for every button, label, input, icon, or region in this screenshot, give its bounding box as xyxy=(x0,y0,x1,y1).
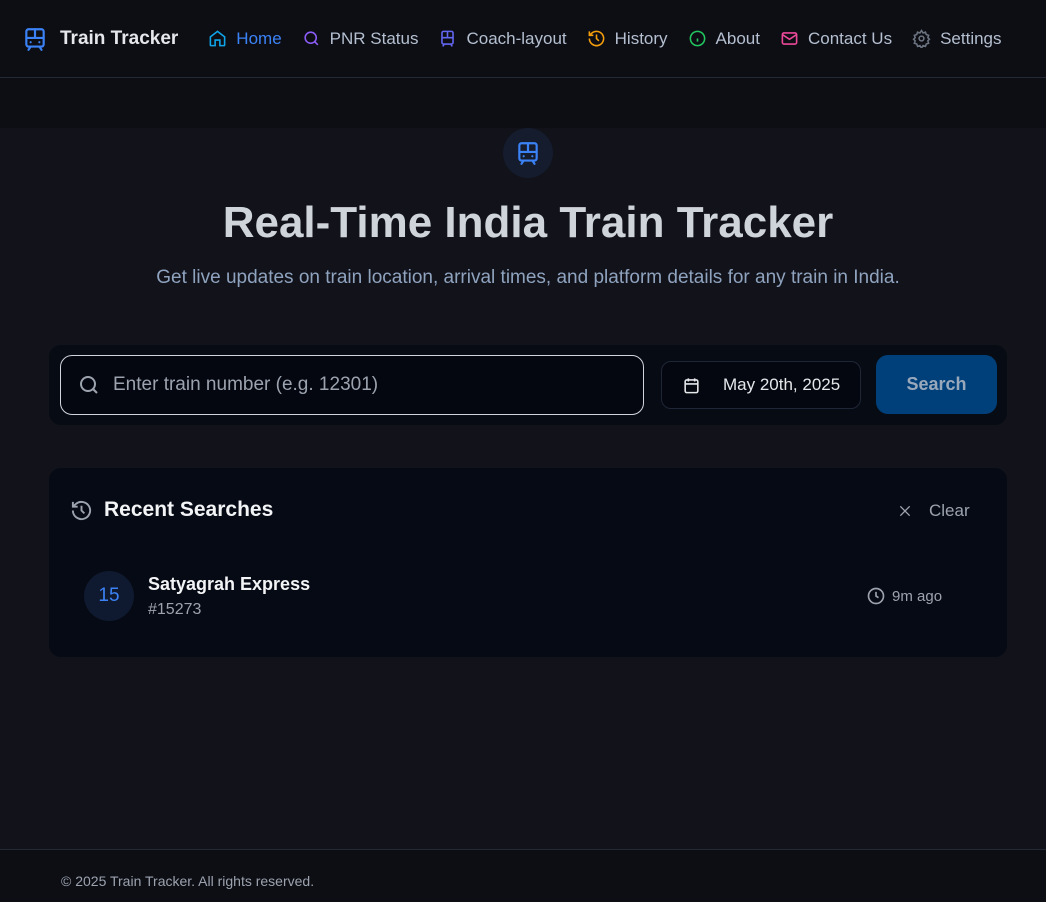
hero-train-icon xyxy=(503,128,553,178)
gear-icon xyxy=(912,29,931,48)
page-subtitle: Get live updates on train location, arri… xyxy=(156,267,900,288)
info-icon xyxy=(689,30,705,47)
header-spacer xyxy=(0,78,1046,128)
train-number: #15273 xyxy=(148,601,202,618)
date-picker-button[interactable]: May 20th, 2025 xyxy=(661,361,861,409)
history-icon xyxy=(588,30,605,47)
close-icon xyxy=(899,505,911,517)
home-icon xyxy=(209,30,226,47)
search-icon xyxy=(80,376,98,394)
recent-searches-heading: Recent Searches xyxy=(70,498,273,522)
train-name: Satyagrah Express xyxy=(148,574,311,594)
nav-about[interactable]: About xyxy=(688,29,760,49)
nav-label: Settings xyxy=(940,28,1002,48)
nav-label: Contact Us xyxy=(807,28,893,48)
train-number-input[interactable] xyxy=(113,374,613,396)
nav-label: About xyxy=(715,28,760,48)
train-icon xyxy=(441,30,455,47)
nav-contact-us[interactable]: Contact Us xyxy=(780,29,892,49)
recent-searches-title: Recent Searches xyxy=(104,498,274,521)
copyright: © 2025 Train Tracker. All rights reserve… xyxy=(61,873,315,889)
mail-icon xyxy=(781,32,798,45)
clear-button[interactable]: Clear xyxy=(897,501,970,521)
nav-history[interactable]: History xyxy=(587,29,668,49)
history-icon xyxy=(71,500,92,520)
brand[interactable]: Train Tracker xyxy=(22,25,178,53)
train-icon xyxy=(518,142,538,165)
nav-label: PNR Status xyxy=(329,28,419,48)
clock-icon xyxy=(867,587,885,605)
footer: © 2025 Train Tracker. All rights reserve… xyxy=(0,849,1046,902)
time-ago: 9m ago xyxy=(892,587,943,605)
list-item[interactable]: 15 Satyagrah Express #15273 9m ago xyxy=(84,571,954,621)
clear-label: Clear xyxy=(929,501,970,520)
brand-name: Train Tracker xyxy=(60,27,179,49)
search-time: 9m ago xyxy=(866,586,942,606)
train-badge: 15 xyxy=(84,571,134,621)
nav-label: History xyxy=(614,28,668,48)
search-button[interactable]: Search xyxy=(876,355,997,414)
top-nav-bar: Train Tracker Home PNR Status Coach-layo… xyxy=(0,0,1046,78)
nav-pnr-status[interactable]: PNR Status xyxy=(302,28,419,49)
calendar-icon xyxy=(684,377,699,393)
nav-menu: Home PNR Status Coach-layout History Abo… xyxy=(208,28,1002,49)
train-number-field[interactable] xyxy=(60,355,644,415)
page-title: Real-Time India Train Tracker xyxy=(222,198,834,247)
nav-label: Home xyxy=(236,28,282,48)
selected-date: May 20th, 2025 xyxy=(723,375,841,394)
nav-label: Coach-layout xyxy=(466,28,567,48)
recent-searches-card: Recent Searches Clear 15 Satyagrah Expre… xyxy=(49,468,1007,657)
search-icon xyxy=(304,31,319,46)
nav-home[interactable]: Home xyxy=(208,28,282,49)
nav-settings[interactable]: Settings xyxy=(912,28,1002,49)
nav-coach-layout[interactable]: Coach-layout xyxy=(438,28,567,49)
search-card: May 20th, 2025 Search xyxy=(49,345,1007,425)
train-icon xyxy=(25,27,45,51)
